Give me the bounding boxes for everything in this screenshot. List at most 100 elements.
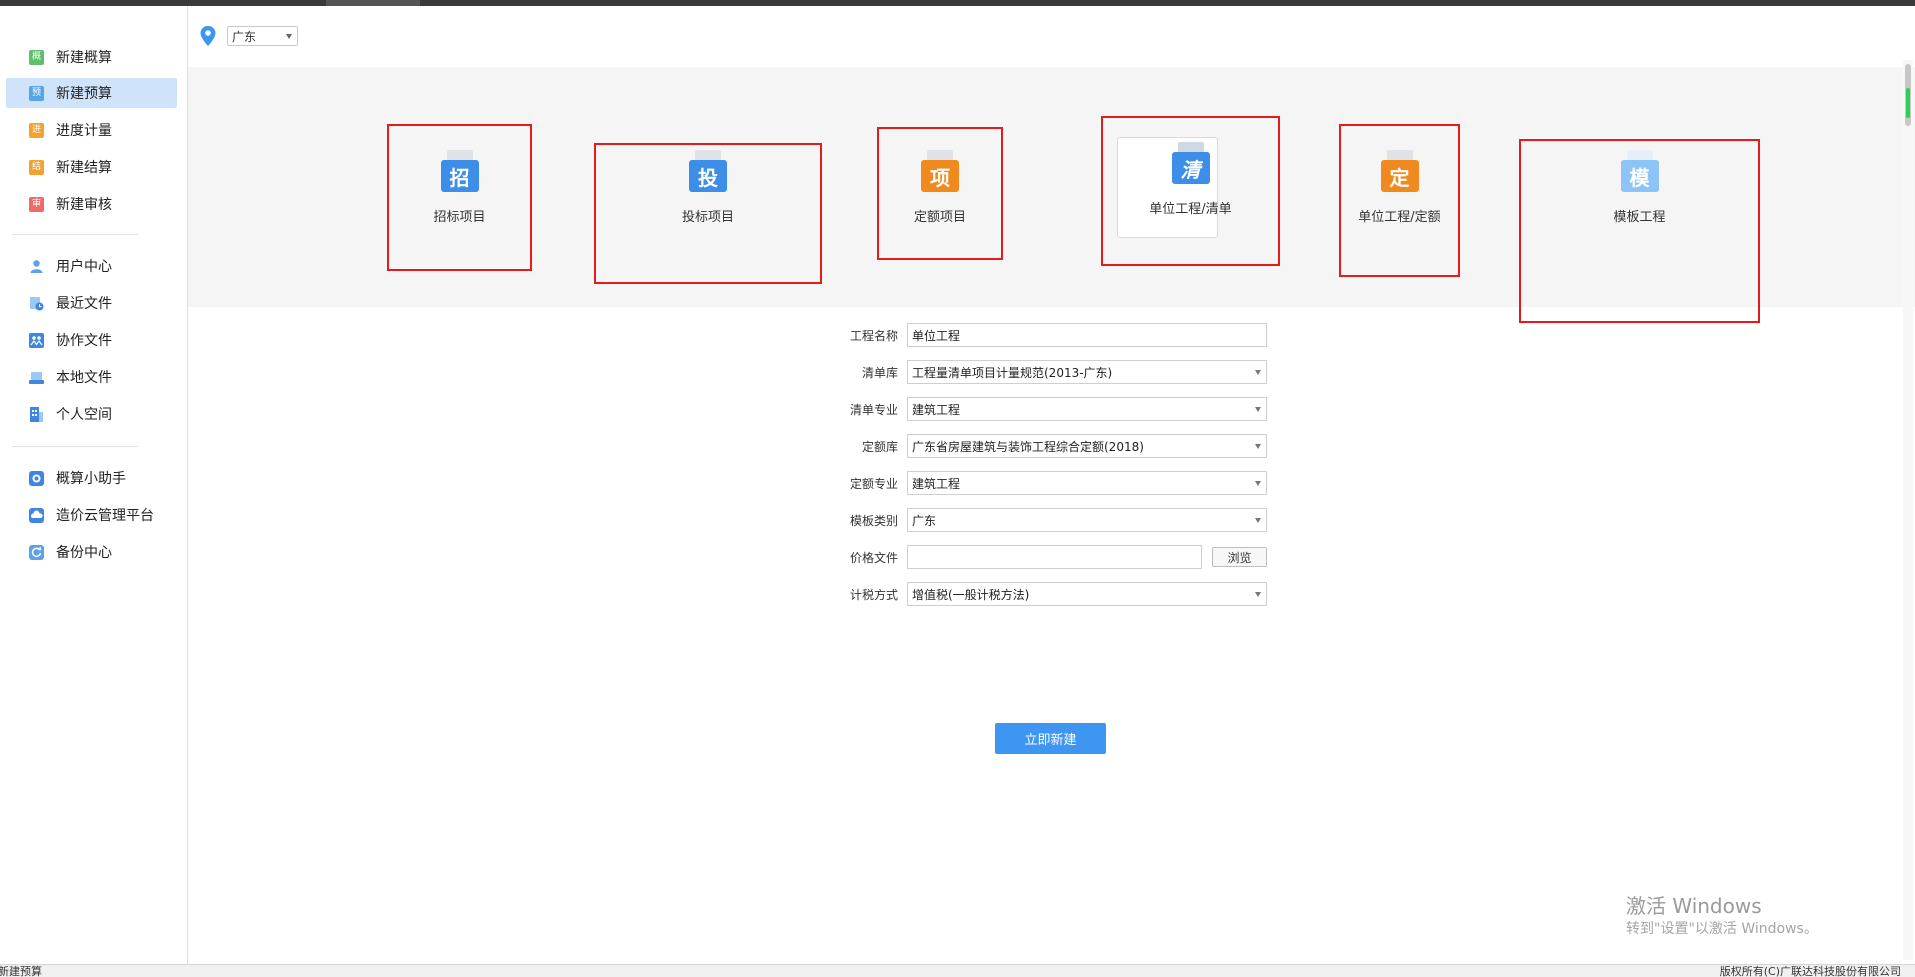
windows-activation-watermark-title: 激活 Windows xyxy=(1626,894,1762,918)
form-row-quota-specialty: 定额专业 建筑工程 xyxy=(820,471,1270,495)
bill-specialty-select[interactable]: 建筑工程 xyxy=(907,397,1267,421)
bill-specialty-label: 清单专业 xyxy=(849,402,898,417)
template-category-select[interactable]: 广东 xyxy=(907,508,1267,532)
settlement-icon: 结 xyxy=(29,159,44,175)
template-project-icon: 模 xyxy=(1620,150,1659,194)
sidebar-item-label: 新建概算 xyxy=(56,50,112,66)
quota-library-label: 定额库 xyxy=(861,439,898,454)
estimate-icon: 概 xyxy=(29,49,44,65)
vertical-scrollbar[interactable] xyxy=(1903,60,1913,960)
budget-icon: 预 xyxy=(29,85,44,101)
sidebar-item-progress-measure[interactable]: 进 进度计量 xyxy=(6,115,177,145)
price-file-label: 价格文件 xyxy=(849,550,898,565)
quota-library-value: 广东省房屋建筑与装饰工程综合定额(2018) xyxy=(912,439,1144,454)
tax-method-select[interactable]: 增值税(一般计税方法) xyxy=(907,582,1267,606)
project-name-input[interactable]: 单位工程 xyxy=(907,323,1267,347)
sidebar-divider xyxy=(12,234,138,235)
sidebar-item-new-estimate[interactable]: 概 新建概算 xyxy=(6,42,177,72)
project-name-label: 工程名称 xyxy=(849,328,898,343)
price-file-input[interactable] xyxy=(907,545,1202,569)
project-type-label: 定额项目 xyxy=(913,210,966,225)
bill-library-label: 清单库 xyxy=(861,365,898,380)
project-type-label: 招标项目 xyxy=(433,210,486,225)
sidebar-item-new-audit[interactable]: 审 新建审核 xyxy=(6,189,177,219)
user-icon xyxy=(29,259,44,274)
create-now-button[interactable]: 立即新建 xyxy=(995,723,1106,754)
sidebar-item-new-budget[interactable]: 预 新建预算 xyxy=(6,78,177,108)
sidebar-divider xyxy=(12,446,138,447)
sidebar-item-label: 新建审核 xyxy=(56,197,112,213)
form-row-quota-library: 定额库 广东省房屋建筑与装饰工程综合定额(2018) xyxy=(820,434,1270,458)
region-select[interactable]: 广东 xyxy=(227,26,298,46)
project-type-quota[interactable]: 项 定额项目 xyxy=(877,127,1003,260)
sidebar-item-backup-center[interactable]: 备份中心 xyxy=(6,537,177,567)
sidebar-item-label: 新建预算 xyxy=(56,86,112,102)
windows-activation-watermark-subtitle: 转到"设置"以激活 Windows。 xyxy=(1626,921,1818,937)
chevron-down-icon xyxy=(1255,592,1261,597)
chevron-down-icon xyxy=(1255,481,1261,486)
local-files-icon xyxy=(29,370,44,385)
project-type-tender[interactable]: 招 招标项目 xyxy=(387,124,532,271)
form-row-project-name: 工程名称 单位工程 xyxy=(820,323,1270,347)
bill-specialty-value: 建筑工程 xyxy=(912,402,961,417)
tender-project-icon: 招 xyxy=(440,150,479,194)
template-category-value: 广东 xyxy=(912,513,937,528)
project-type-unit-quota[interactable]: 定 单位工程/定额 xyxy=(1339,124,1460,277)
quota-specialty-label: 定额专业 xyxy=(849,476,898,491)
tax-method-value: 增值税(一般计税方法) xyxy=(912,587,1030,602)
bid-project-icon: 投 xyxy=(689,150,727,194)
bill-library-value: 工程量清单项目计量规范(2013-广东) xyxy=(912,365,1113,380)
chevron-down-icon xyxy=(1255,518,1261,523)
chevron-down-icon xyxy=(1255,444,1261,449)
sidebar-item-personal-space[interactable]: 个人空间 xyxy=(6,399,177,429)
quota-specialty-select[interactable]: 建筑工程 xyxy=(907,471,1267,495)
chevron-down-icon xyxy=(1255,407,1261,412)
project-type-template[interactable]: 模 模板工程 xyxy=(1519,139,1760,323)
sidebar-item-user-center[interactable]: 用户中心 xyxy=(6,251,177,281)
sidebar-item-new-settlement[interactable]: 结 新建结算 xyxy=(6,152,177,182)
status-bar: 新建预算 版权所有(C)广联达科技股份有限公司 xyxy=(0,964,1915,977)
audit-icon: 审 xyxy=(29,196,44,212)
project-type-unit-bill[interactable]: 清 单位工程/清单 xyxy=(1101,116,1280,266)
unit-quota-icon: 定 xyxy=(1380,150,1419,194)
project-type-label: 单位工程/定额 xyxy=(1358,210,1441,225)
sidebar-item-label: 概算小助手 xyxy=(56,471,126,487)
quota-library-select[interactable]: 广东省房屋建筑与装饰工程综合定额(2018) xyxy=(907,434,1267,458)
region-select-value: 广东 xyxy=(232,29,257,44)
sidebar-item-label: 协作文件 xyxy=(56,333,112,349)
form-row-bill-specialty: 清单专业 建筑工程 xyxy=(820,397,1270,421)
status-bar-copyright: 版权所有(C)广联达科技股份有限公司 xyxy=(1719,965,1901,977)
form-row-price-file: 价格文件 浏览 xyxy=(820,545,1270,569)
browse-button[interactable]: 浏览 xyxy=(1212,547,1267,567)
form-row-template-category: 模板类别 广东 xyxy=(820,508,1270,532)
bill-library-select[interactable]: 工程量清单项目计量规范(2013-广东) xyxy=(907,360,1267,384)
scroll-indicator xyxy=(1906,88,1910,118)
recent-files-icon xyxy=(29,296,44,311)
sidebar-item-estimate-assistant[interactable]: 概算小助手 xyxy=(6,463,177,493)
sidebar-item-local-files[interactable]: 本地文件 xyxy=(6,362,177,392)
sidebar-item-label: 备份中心 xyxy=(56,545,112,561)
sidebar-item-recent-files[interactable]: 最近文件 xyxy=(6,288,177,318)
chevron-down-icon xyxy=(286,34,292,39)
sidebar-item-label: 造价云管理平台 xyxy=(56,508,154,524)
project-type-bid[interactable]: 投 投标项目 xyxy=(594,143,822,284)
backup-icon xyxy=(29,544,44,560)
tax-method-label: 计税方式 xyxy=(849,587,898,602)
sidebar-item-label: 本地文件 xyxy=(56,370,112,386)
sidebar: 概 新建概算 预 新建预算 进 进度计量 结 新建结算 审 新建审核 用户中心 … xyxy=(0,6,188,964)
sidebar-item-collab-files[interactable]: 协作文件 xyxy=(6,325,177,355)
sidebar-item-cloud-platform[interactable]: 造价云管理平台 xyxy=(6,500,177,530)
sidebar-item-label: 新建结算 xyxy=(56,160,112,176)
form-row-bill-library: 清单库 工程量清单项目计量规范(2013-广东) xyxy=(820,360,1270,384)
personal-space-icon xyxy=(29,406,44,422)
project-type-label: 投标项目 xyxy=(681,210,734,225)
sidebar-item-label: 最近文件 xyxy=(56,296,112,312)
project-type-label: 单位工程/清单 xyxy=(1149,202,1232,217)
active-window-tab[interactable] xyxy=(326,0,420,6)
template-category-label: 模板类别 xyxy=(849,513,898,528)
sidebar-item-label: 个人空间 xyxy=(56,407,112,423)
chevron-down-icon xyxy=(1255,370,1261,375)
collab-files-icon xyxy=(29,332,44,348)
progress-icon: 进 xyxy=(29,122,44,138)
location-pin-icon xyxy=(200,26,216,46)
